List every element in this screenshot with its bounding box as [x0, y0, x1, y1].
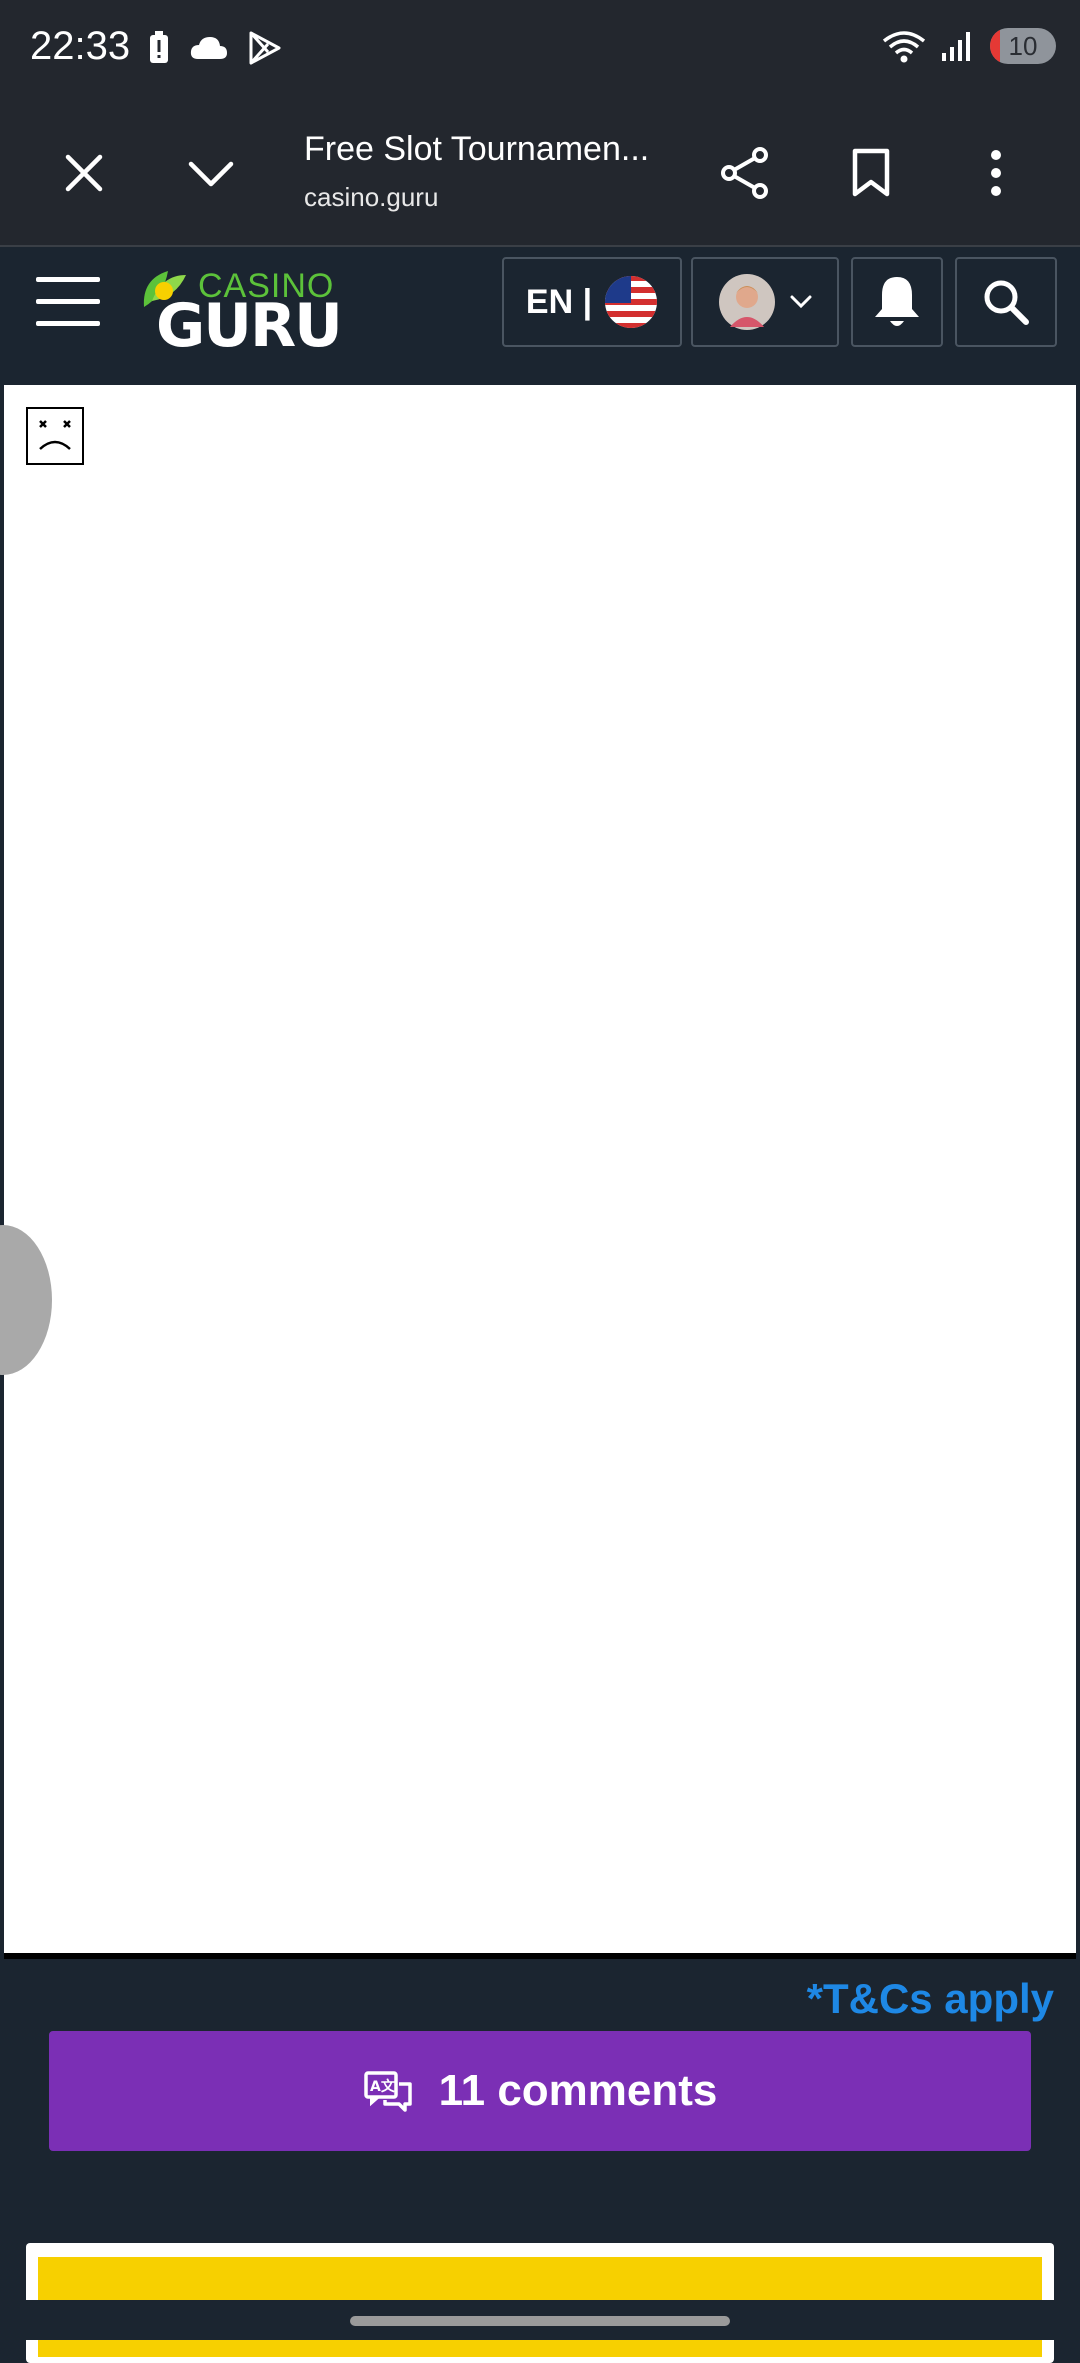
cloud-icon [190, 37, 227, 59]
signal-icon [942, 32, 970, 61]
side-panel-handle[interactable] [0, 1225, 52, 1375]
us-flag-icon [605, 276, 658, 328]
site-header: CASINO GURU EN | [0, 247, 1080, 361]
comments-button[interactable]: A文 11 comments [49, 2031, 1031, 2151]
browser-toolbar: Free Slot Tournamen... casino.guru [0, 100, 1080, 247]
more-options-button[interactable] [961, 138, 1031, 208]
embedded-game-frame[interactable] [0, 385, 1076, 1959]
menu-button[interactable] [36, 277, 100, 327]
search-icon [984, 280, 1029, 325]
bookmark-icon [852, 148, 890, 197]
chevron-down-icon [790, 295, 812, 309]
close-icon [65, 154, 103, 192]
page-url[interactable]: casino.guru [304, 182, 438, 213]
avatar [719, 274, 775, 330]
page-title[interactable]: Free Slot Tournamen... [304, 130, 649, 169]
casino-guru-logo[interactable]: CASINO GURU [138, 261, 343, 361]
more-vert-icon [991, 150, 1001, 196]
broken-image-icon [26, 407, 84, 465]
battery-icon: 10 [990, 28, 1056, 64]
status-bar: 22:33 10 [0, 0, 1080, 100]
minimize-button[interactable] [176, 138, 246, 208]
language-label: EN | [525, 282, 593, 321]
account-menu[interactable] [691, 257, 839, 347]
system-nav-bar [0, 2300, 1080, 2340]
comments-count-label: 11 comments [438, 2066, 718, 2115]
notifications-button[interactable] [851, 257, 943, 347]
battery-level: 10 [1008, 30, 1038, 61]
share-button[interactable] [710, 138, 780, 208]
chevron-down-icon [188, 161, 234, 187]
translate-chat-icon: A文 [363, 2071, 412, 2112]
logo-guru-text: GURU [156, 291, 343, 361]
share-icon [721, 147, 768, 199]
bookmark-button[interactable] [836, 138, 906, 208]
play-store-icon [249, 31, 281, 65]
svg-text:A文: A文 [370, 2078, 396, 2095]
home-indicator[interactable] [350, 2316, 730, 2326]
search-button[interactable] [955, 257, 1057, 347]
language-selector[interactable]: EN | [502, 257, 682, 347]
status-time: 22:33 [30, 24, 131, 68]
wifi-icon [882, 31, 926, 63]
status-icons-right: 10 [882, 28, 1056, 64]
battery-alert-icon [150, 31, 168, 63]
close-tab-button[interactable] [49, 138, 119, 208]
status-icons-left [148, 30, 282, 66]
terms-link[interactable]: *T&Cs apply [807, 1975, 1054, 2023]
bell-icon [875, 277, 919, 326]
